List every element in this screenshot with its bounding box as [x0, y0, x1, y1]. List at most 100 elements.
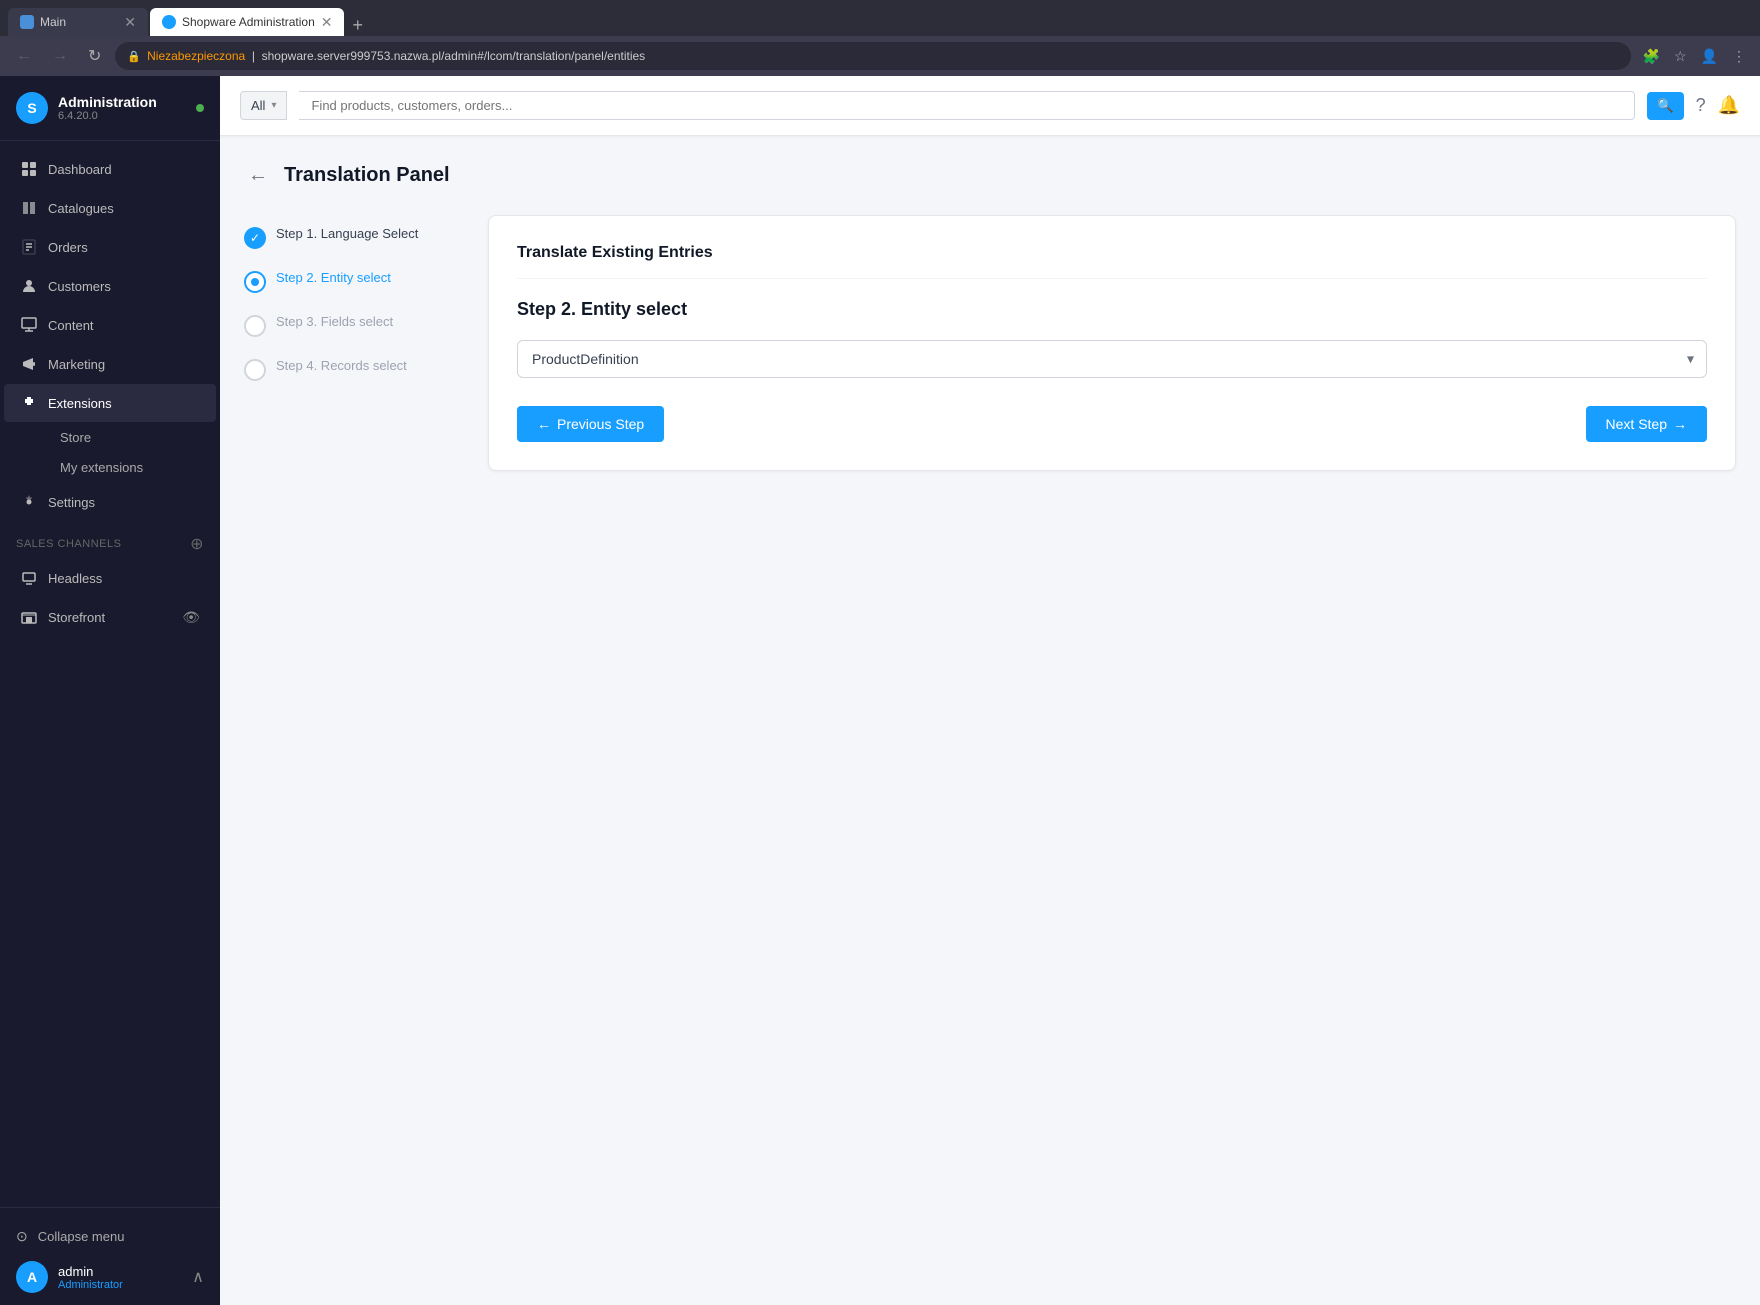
sidebar-app-info: Administration 6.4.20.0 — [58, 94, 157, 122]
sidebar-item-label-settings: Settings — [48, 495, 95, 510]
menu-btn[interactable]: ⋮ — [1728, 44, 1750, 69]
storefront-eye-icon: 👁 — [182, 609, 200, 626]
step-3-item[interactable]: Step 3. Fields select — [244, 303, 464, 347]
sales-channels-label: Sales Channels — [16, 538, 121, 550]
sidebar-item-orders[interactable]: Orders — [4, 228, 216, 266]
bookmark-btn[interactable]: ☆ — [1670, 44, 1691, 69]
sidebar-item-dashboard[interactable]: Dashboard — [4, 150, 216, 188]
user-role: Administrator — [58, 1279, 123, 1291]
step-1-label: Step 1. Language Select — [276, 225, 418, 243]
page-title: Translation Panel — [284, 164, 450, 187]
back-button[interactable]: ← — [244, 160, 272, 191]
forward-nav-button[interactable]: → — [46, 43, 74, 69]
user-name: admin — [58, 1264, 123, 1279]
help-button[interactable]: ? — [1696, 95, 1706, 116]
browser-actions: 🧩 ☆ 👤 ⋮ — [1639, 44, 1750, 69]
sidebar-app-name: Administration — [58, 94, 157, 110]
extensions-btn[interactable]: 🧩 — [1639, 44, 1664, 69]
shopware-tab-close[interactable]: ✕ — [321, 14, 333, 31]
sidebar-item-label-my-extensions: My extensions — [60, 460, 143, 475]
sidebar-item-label-customers: Customers — [48, 279, 111, 294]
sidebar-item-content[interactable]: Content — [4, 306, 216, 344]
main-tab-label: Main — [40, 15, 118, 29]
lock-icon: 🔒 — [127, 50, 141, 63]
step-2-dot — [251, 278, 259, 286]
sidebar-item-storefront[interactable]: Storefront 👁 — [4, 598, 216, 636]
previous-step-button[interactable]: ← Previous Step — [517, 406, 664, 442]
step-2-item[interactable]: Step 2. Entity select — [244, 259, 464, 303]
new-tab-button[interactable]: + — [346, 15, 369, 36]
step-heading: Step 2. Entity select — [517, 299, 1707, 320]
topbar: All ▾ 🔍 ? 🔔 — [220, 76, 1760, 136]
sidebar-item-extensions[interactable]: Extensions — [4, 384, 216, 422]
browser-tab-main[interactable]: Main ✕ — [8, 8, 148, 36]
previous-step-label: Previous Step — [557, 416, 644, 432]
step-1-item[interactable]: ✓ Step 1. Language Select — [244, 215, 464, 259]
main-card: Translate Existing Entries Step 2. Entit… — [488, 215, 1736, 471]
user-info: admin Administrator — [58, 1264, 123, 1291]
sidebar-item-label-catalogues: Catalogues — [48, 201, 114, 216]
notifications-button[interactable]: 🔔 — [1718, 95, 1740, 116]
user-section[interactable]: A admin Administrator ∧ — [16, 1253, 204, 1293]
collapse-menu-button[interactable]: ⊙ Collapse menu — [16, 1220, 204, 1253]
sidebar-item-label-store: Store — [60, 430, 91, 445]
app-layout: S Administration 6.4.20.0 Dashboard Cata… — [0, 76, 1760, 1305]
main-area: All ▾ 🔍 ? 🔔 ← Translation Panel — [220, 76, 1760, 1305]
page-content: ← Translation Panel ✓ Step 1. Language S… — [220, 136, 1760, 1305]
address-box[interactable]: 🔒 Niezabezpieczona | shopware.server9997… — [115, 42, 1630, 70]
extensions-subitems: Store My extensions — [0, 423, 220, 482]
next-step-label: Next Step — [1606, 416, 1667, 432]
profile-btn[interactable]: 👤 — [1697, 44, 1722, 69]
reload-nav-button[interactable]: ↻ — [82, 42, 107, 70]
search-type-label: All — [251, 98, 265, 113]
search-button[interactable]: 🔍 — [1647, 92, 1684, 120]
sidebar-item-store[interactable]: Store — [48, 423, 216, 452]
sidebar-item-my-extensions[interactable]: My extensions — [48, 453, 216, 482]
translation-layout: ✓ Step 1. Language Select Step 2. Entity… — [244, 215, 1736, 471]
online-indicator — [196, 104, 204, 112]
main-tab-close[interactable]: ✕ — [124, 14, 136, 31]
entity-select-wrapper: ProductDefinition CategoryDefinition Ord… — [517, 340, 1707, 378]
sidebar-item-catalogues[interactable]: Catalogues — [4, 189, 216, 227]
main-tab-icon — [20, 15, 34, 29]
step-1-indicator: ✓ — [244, 227, 266, 249]
user-chevron-icon[interactable]: ∧ — [192, 1267, 204, 1287]
step-4-indicator — [244, 359, 266, 381]
back-nav-button[interactable]: ← — [10, 43, 38, 69]
logo-letter: S — [27, 100, 36, 116]
search-input[interactable] — [311, 98, 1621, 113]
sidebar-item-settings[interactable]: Settings — [4, 483, 216, 521]
search-type-chevron-icon: ▾ — [271, 100, 276, 111]
sidebar-item-marketing[interactable]: Marketing — [4, 345, 216, 383]
search-icon: 🔍 — [1657, 98, 1674, 114]
sidebar-item-label-storefront: Storefront — [48, 610, 105, 625]
sidebar-footer: ⊙ Collapse menu A admin Administrator ∧ — [0, 1207, 220, 1305]
step-4-item[interactable]: Step 4. Records select — [244, 347, 464, 391]
orders-icon — [20, 238, 38, 256]
insecure-label: Niezabezpieczona — [147, 49, 245, 63]
step-3-indicator — [244, 315, 266, 337]
add-sales-channel-button[interactable]: ⊕ — [190, 534, 204, 554]
storefront-icon — [20, 608, 38, 626]
page-header: ← Translation Panel — [244, 160, 1736, 191]
sidebar-item-label-marketing: Marketing — [48, 357, 105, 372]
topbar-actions: ? 🔔 — [1696, 95, 1740, 116]
entity-select[interactable]: ProductDefinition CategoryDefinition Ord… — [518, 341, 1706, 377]
settings-icon — [20, 493, 38, 511]
browser-tab-shopware[interactable]: Shopware Administration ✕ — [150, 8, 344, 36]
extensions-nav-icon — [20, 394, 38, 412]
user-avatar: A — [16, 1261, 48, 1293]
steps-sidebar: ✓ Step 1. Language Select Step 2. Entity… — [244, 215, 464, 471]
search-type-select[interactable]: All ▾ — [240, 91, 287, 120]
sidebar-version: 6.4.20.0 — [58, 110, 157, 122]
address-text: Niezabezpieczona | shopware.server999753… — [147, 49, 1618, 63]
sidebar-nav: Dashboard Catalogues Orders Customers — [0, 141, 220, 1207]
button-row: ← Previous Step Next Step → — [517, 406, 1707, 442]
shopware-tab-icon — [162, 15, 176, 29]
step-2-label: Step 2. Entity select — [276, 269, 391, 287]
card-section-title: Translate Existing Entries — [517, 244, 1707, 279]
next-step-button[interactable]: Next Step → — [1586, 406, 1707, 442]
sidebar-item-customers[interactable]: Customers — [4, 267, 216, 305]
sales-channels-section: Sales Channels ⊕ — [0, 522, 220, 558]
sidebar-item-headless[interactable]: Headless — [4, 559, 216, 597]
